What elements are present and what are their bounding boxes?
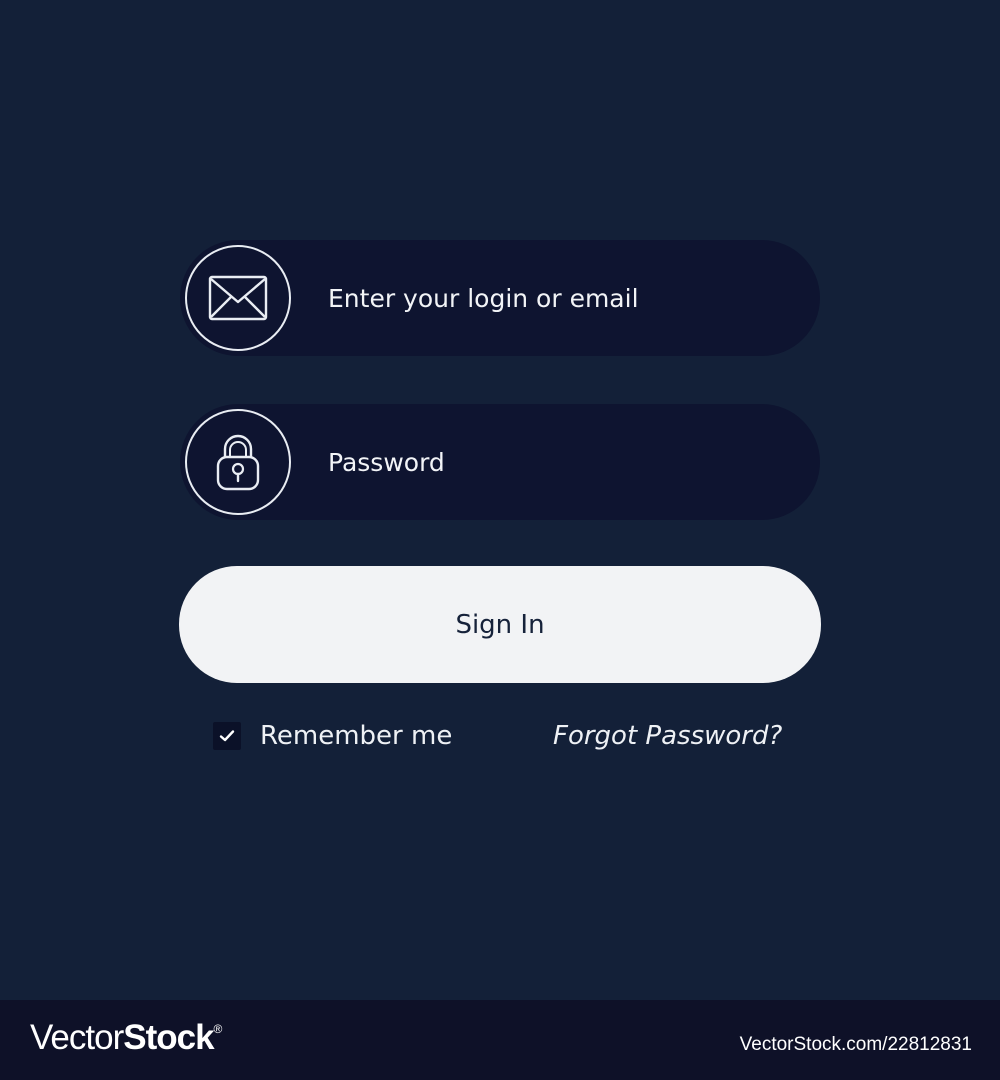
brand-part1: Vector — [30, 1018, 124, 1057]
watermark-footer: VectorStock® VectorStock.com/22812831 — [0, 1000, 1000, 1080]
login-email-input[interactable] — [328, 240, 788, 356]
brand-part2: Stock — [123, 1018, 214, 1057]
login-screen: Sign In Remember me Forgot Password? — [0, 0, 1000, 1000]
forgot-password-link[interactable]: Forgot Password? — [553, 720, 782, 752]
envelope-icon-graphic — [208, 275, 268, 321]
padlock-icon — [185, 409, 291, 515]
remember-me-checkbox[interactable] — [213, 722, 241, 750]
registered-mark: ® — [213, 1022, 223, 1036]
image-id-text: VectorStock.com/22812831 — [739, 1034, 972, 1055]
vectorstock-logo: VectorStock® — [30, 1018, 223, 1058]
remember-me-label: Remember me — [260, 721, 453, 751]
login-field[interactable] — [180, 240, 820, 356]
checkmark-icon — [219, 730, 235, 742]
password-input[interactable] — [328, 404, 788, 520]
envelope-icon — [185, 245, 291, 351]
padlock-icon-graphic — [216, 434, 260, 491]
sign-in-button[interactable]: Sign In — [179, 566, 821, 683]
remember-me[interactable]: Remember me — [213, 720, 452, 752]
password-field[interactable] — [180, 404, 820, 520]
